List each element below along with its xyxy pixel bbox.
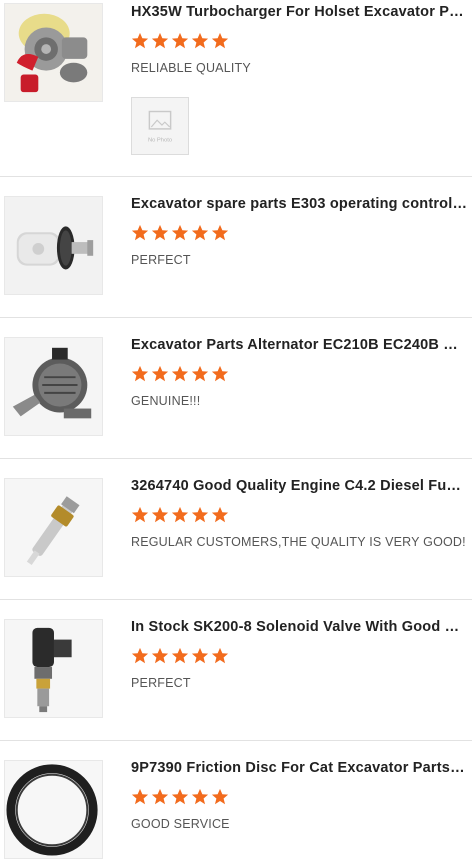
star-icon [131,224,149,241]
review-item: In Stock SK200-8 Solenoid Valve With Goo… [0,600,472,740]
review-item: Excavator spare parts E303 operating con… [0,177,472,317]
star-icon [191,788,209,805]
star-icon [131,647,149,664]
review-comment: GOOD SERVICE [131,817,230,831]
star-icon [171,647,189,664]
star-icon [191,506,209,523]
star-icon [211,224,229,241]
product-title-link[interactable]: 3264740 Good Quality Engine C4.2 Diesel … [131,476,467,496]
star-icon [171,32,189,49]
review-item: HX35W Turbocharger For Holset Excavator … [0,0,472,176]
review-item: 9P7390 Friction Disc For Cat Excavator P… [0,741,472,861]
rating-stars [131,506,229,526]
turbocharger-icon[interactable] [4,3,103,102]
fuel-injector-icon[interactable] [4,478,103,577]
star-icon [191,32,209,49]
star-icon [151,224,169,241]
star-icon [191,224,209,241]
product-title-link[interactable]: 9P7390 Friction Disc For Cat Excavator P… [131,758,467,778]
star-icon [171,506,189,523]
no-photo-placeholder-icon[interactable]: No Photo [131,97,189,155]
star-icon [171,788,189,805]
product-title-link[interactable]: Excavator spare parts E303 operating con… [131,194,467,214]
rating-stars [131,365,229,385]
review-item: Excavator Parts Alternator EC210B EC240B… [0,318,472,458]
rating-stars [131,788,229,808]
review-comment: PERFECT [131,253,191,267]
star-icon [191,647,209,664]
star-icon [171,365,189,382]
review-list: HX35W Turbocharger For Holset Excavator … [0,0,472,861]
star-icon [211,32,229,49]
rating-stars [131,32,229,52]
review-comment: PERFECT [131,676,191,690]
alternator-icon[interactable] [4,337,103,436]
star-icon [131,506,149,523]
star-icon [211,788,229,805]
star-icon [211,365,229,382]
rating-stars [131,647,229,667]
review-comment: GENUINE!!! [131,394,201,408]
rating-stars [131,224,229,244]
star-icon [131,32,149,49]
star-icon [171,224,189,241]
star-icon [151,365,169,382]
product-title-link[interactable]: In Stock SK200-8 Solenoid Valve With Goo… [131,617,467,637]
star-icon [131,788,149,805]
control-motor-icon[interactable] [4,196,103,295]
review-comment: RELIABLE QUALITY [131,61,251,75]
star-icon [131,365,149,382]
review-item: 3264740 Good Quality Engine C4.2 Diesel … [0,459,472,599]
no-photo-label: No Photo [148,137,172,143]
star-icon [151,647,169,664]
star-icon [211,506,229,523]
star-icon [151,32,169,49]
product-title-link[interactable]: Excavator Parts Alternator EC210B EC240B… [131,335,467,355]
review-comment: REGULAR CUSTOMERS,THE QUALITY IS VERY GO… [131,535,466,549]
solenoid-valve-icon[interactable] [4,619,103,718]
star-icon [151,506,169,523]
star-icon [191,365,209,382]
star-icon [151,788,169,805]
star-icon [211,647,229,664]
friction-disc-icon[interactable] [4,760,103,859]
product-title-link[interactable]: HX35W Turbocharger For Holset Excavator … [131,2,467,22]
